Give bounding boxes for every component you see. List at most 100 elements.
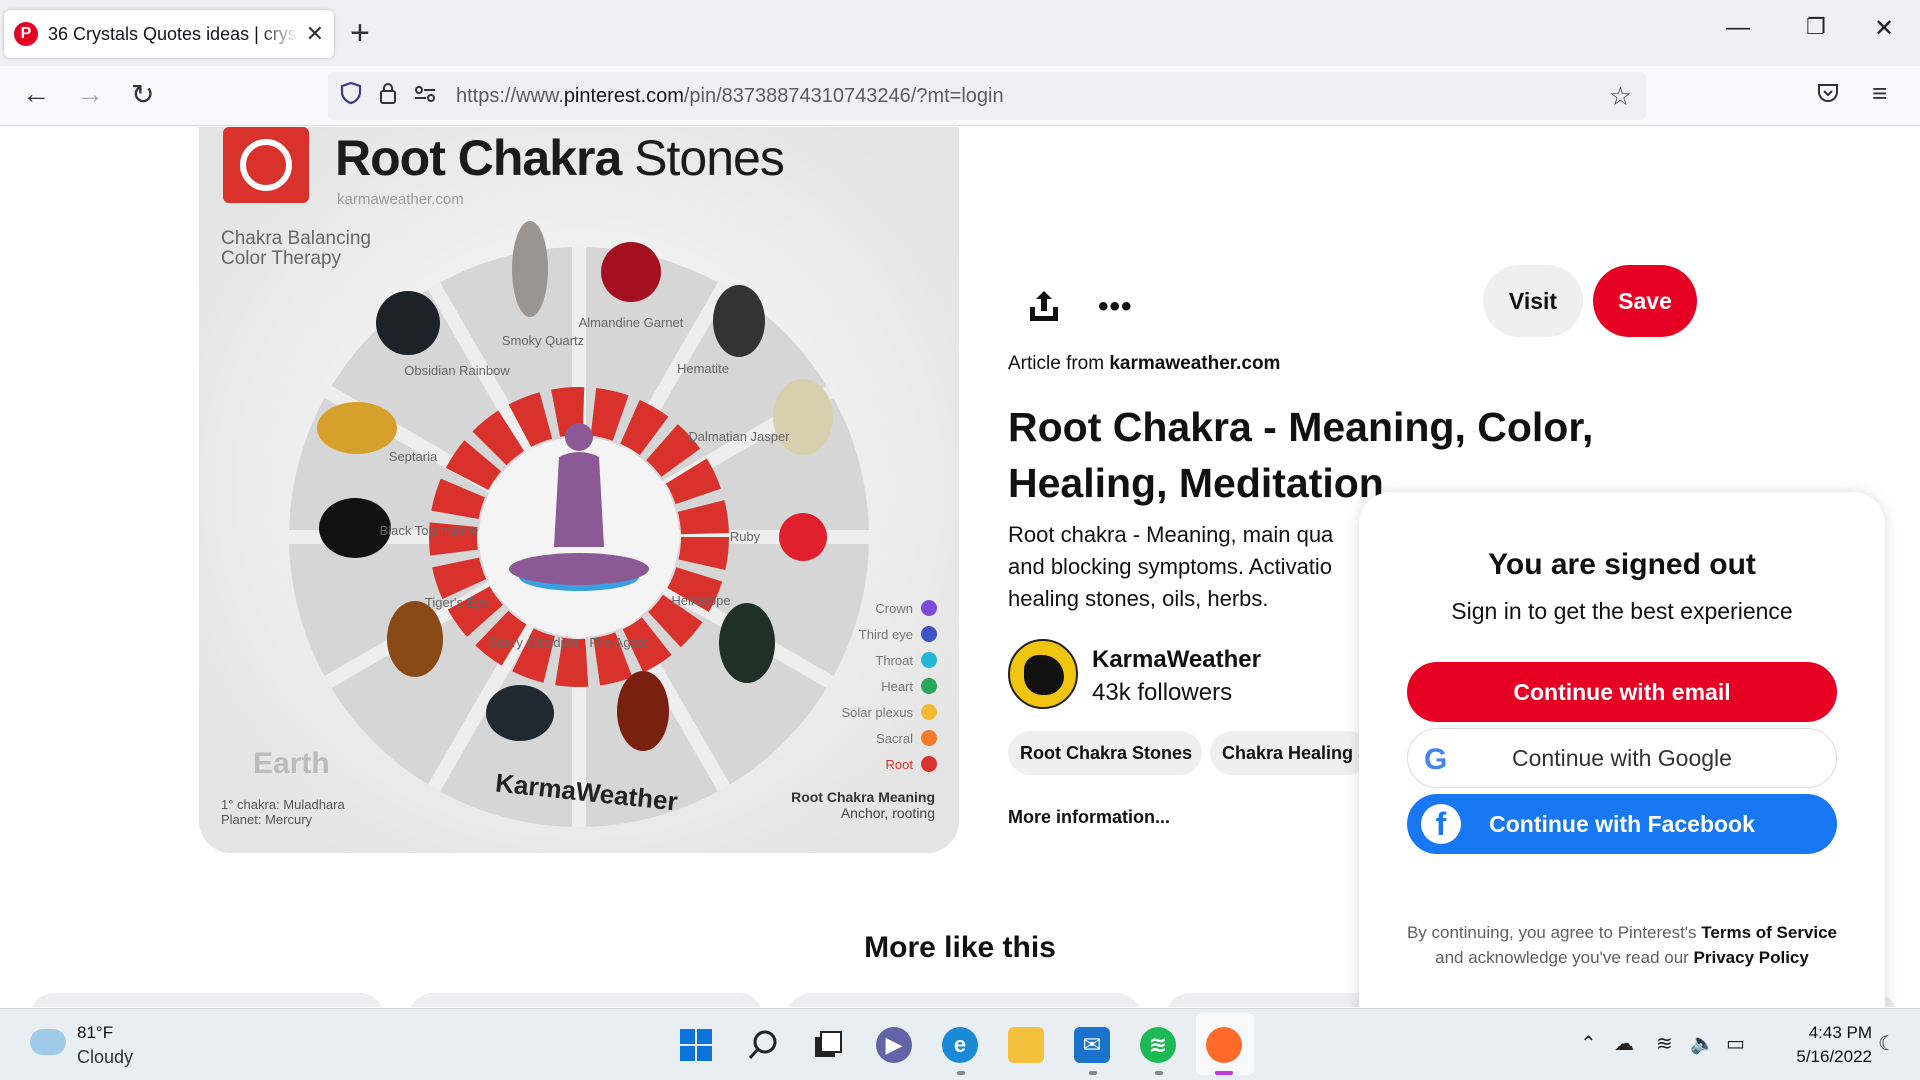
onedrive-icon[interactable]: ☁ [1614,1031,1634,1056]
url-text: https://www.pinterest.com/pin/8373887431… [456,84,1004,107]
taskbar: 81°F Cloudy ▶ e ✉ ≋ ⌃ ☁ ≋ 🔈 ▭ 4:43 PM 5/… [0,1008,1920,1080]
stone-label: Septaria [389,449,438,464]
more-options-icon[interactable]: ••• [1098,290,1133,324]
weather-temperature[interactable]: 81°F [77,1023,113,1043]
restore-icon[interactable]: ❐ [1806,14,1826,40]
edge-icon[interactable]: e [942,1027,978,1063]
continue-with-email-button[interactable]: Continue with email [1407,662,1837,722]
chakra-legend: Crown Third eye Throat Heart Solar plexu… [841,595,937,777]
modal-title: You are signed out [1488,548,1756,581]
navigation-bar: ← → ↻ https://www.pinterest.com/pin/8373… [0,66,1920,126]
running-indicator [957,1071,965,1075]
article-source: Article from karmaweather.com [1008,353,1281,374]
forward-arrow-icon[interactable]: → [76,78,104,110]
permissions-icon[interactable] [414,83,436,109]
new-tab-icon[interactable]: + [350,14,370,53]
author-name[interactable]: KarmaWeather [1092,646,1261,674]
infographic-site: karmaweather.com [337,191,464,208]
clock-time[interactable]: 4:43 PM [1782,1023,1872,1043]
menu-icon[interactable]: ≡ [1872,78,1887,109]
spotify-icon[interactable]: ≋ [1140,1027,1176,1063]
bookmark-star-icon[interactable]: ☆ [1609,81,1632,112]
chakra-info: 1° chakra: Muladhara Planet: Mercury [221,797,345,827]
facebook-icon: f [1421,804,1461,844]
pinterest-page: Smoky Quartz Almandine Garnet Hematite D… [0,127,1920,1007]
pin-image[interactable]: Smoky Quartz Almandine Garnet Hematite D… [199,127,959,853]
firefox-icon[interactable] [1206,1027,1242,1063]
visit-button[interactable]: Visit [1483,265,1583,337]
start-icon[interactable] [678,1027,714,1063]
chat-icon[interactable]: ▶ [876,1027,912,1063]
author-followers: 43k followers [1092,679,1233,706]
back-arrow-icon[interactable]: ← [22,78,50,110]
modal-subtitle: Sign in to get the best experience [1451,598,1793,624]
article-source-link[interactable]: karmaweather.com [1109,353,1280,374]
focus-moon-icon[interactable]: ☾ [1878,1031,1896,1056]
stone-label: Black Tourmaline [380,523,479,538]
element-label: Earth [253,747,330,780]
related-pin-card[interactable] [409,993,763,1007]
related-pin-card[interactable] [30,993,384,1007]
pocket-icon[interactable] [1816,80,1840,112]
legend-item: Solar plexus [841,699,937,725]
reload-icon[interactable]: ↻ [131,78,154,111]
stone-label: Tiger's Eye [425,595,489,610]
stone-label: Ruby [730,529,761,544]
terms-text: By continuing, you agree to Pinterest's … [1406,923,1838,967]
close-window-icon[interactable]: ✕ [1874,14,1894,43]
save-button[interactable]: Save [1593,265,1697,337]
stone-label: Smoky Quartz [502,333,584,348]
pin-description: Root chakra - Meaning, main qua and bloc… [1008,522,1334,611]
related-pin-card[interactable] [787,993,1141,1007]
stone-label: Starry Obsidian [488,635,578,650]
stone-label: Fire Agate [589,635,648,650]
file-explorer-icon[interactable] [1008,1027,1044,1063]
tag-chip[interactable]: Chakra Healing S [1210,731,1370,775]
google-icon: G [1424,743,1448,776]
tag-chip[interactable]: Root Chakra Stones [1008,731,1202,775]
running-indicator [1089,1071,1097,1075]
lock-icon[interactable] [378,81,398,111]
root-chakra-symbol-icon [223,127,309,203]
chevron-up-icon[interactable]: ⌃ [1580,1031,1597,1056]
pinterest-favicon-icon: P [14,22,38,46]
stone-label: Almandine Garnet [579,315,684,330]
tab-bar: P 36 Crystals Quotes ideas | crystals ✕ … [0,0,1920,66]
legend-item: Root [841,751,937,777]
address-bar[interactable]: https://www.pinterest.com/pin/8373887431… [328,72,1646,120]
tab-title: 36 Crystals Quotes ideas | crystals [48,23,298,44]
tracking-shield-icon[interactable] [340,81,362,111]
volume-icon[interactable]: 🔈 [1690,1031,1715,1056]
close-tab-icon[interactable]: ✕ [306,21,324,47]
infographic-title: Root Chakra Stones [335,130,785,186]
signed-out-modal: You are signed out Sign in to get the be… [1359,492,1885,1007]
clock-date[interactable]: 5/16/2022 [1772,1047,1872,1067]
cloud-icon[interactable] [30,1029,66,1055]
stone-label: Obsidian Rainbow [404,363,510,378]
legend-item: Sacral [841,725,937,751]
author-avatar[interactable] [1008,639,1078,709]
stone-label: Hematite [677,361,729,376]
stone-label: Heliotrope [671,593,730,608]
weather-description[interactable]: Cloudy [77,1047,133,1068]
legend-item: Third eye [841,621,937,647]
meaning-caption: Root Chakra Meaning Anchor, rooting [791,789,935,821]
stone-label: Dalmatian Jasper [688,429,790,444]
battery-icon[interactable]: ▭ [1726,1031,1745,1056]
infographic-subtitle: Chakra Balancing Color Therapy [221,228,371,269]
browser-tab[interactable]: P 36 Crystals Quotes ideas | crystals ✕ [4,10,334,58]
terms-of-service-link[interactable]: Terms of Service [1701,923,1837,942]
task-view-icon[interactable] [810,1027,846,1063]
running-indicator [1155,1071,1163,1075]
continue-with-google-button[interactable]: G Continue with Google [1407,728,1837,788]
wifi-icon[interactable]: ≋ [1656,1031,1673,1056]
share-icon[interactable] [1024,287,1064,327]
active-indicator [1215,1071,1233,1075]
continue-with-facebook-button[interactable]: f Continue with Facebook [1407,794,1837,854]
minimize-icon[interactable]: — [1726,14,1750,42]
more-information-link[interactable]: More information... [1008,807,1170,828]
legend-item: Throat [841,647,937,673]
search-icon[interactable] [745,1027,781,1063]
privacy-policy-link[interactable]: Privacy Policy [1694,948,1809,967]
mail-icon[interactable]: ✉ [1074,1027,1110,1063]
